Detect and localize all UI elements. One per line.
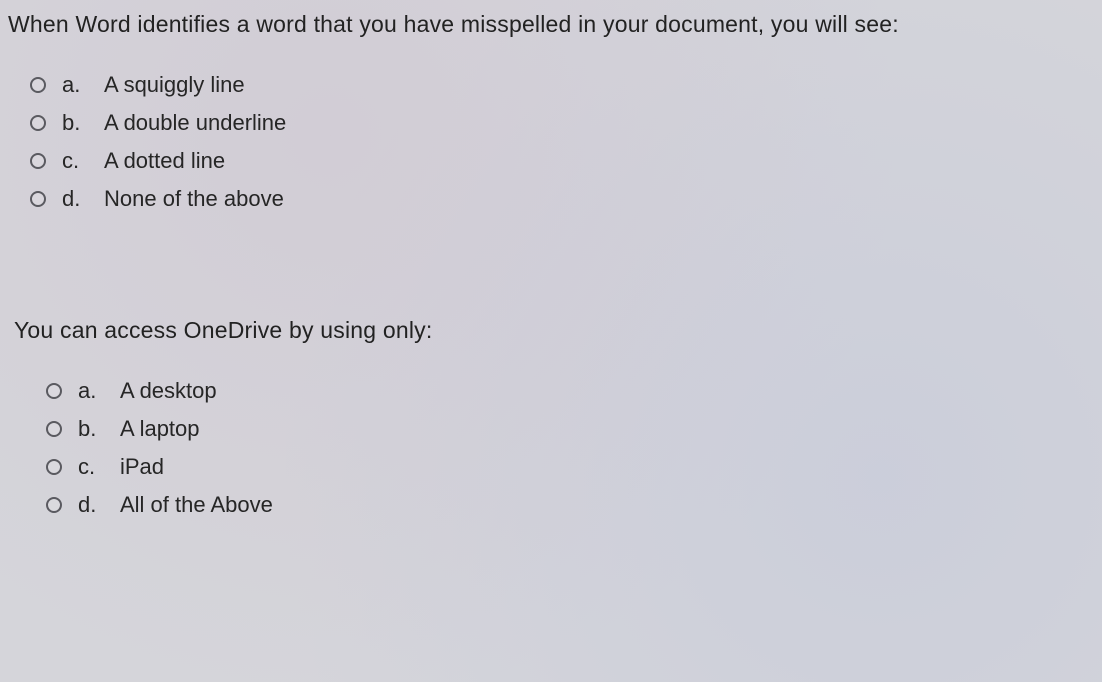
question-block-2: You can access OneDrive by using only: a…: [6, 316, 1096, 522]
question-prompt: When Word identifies a word that you hav…: [8, 10, 1096, 40]
option-a[interactable]: a. A desktop: [46, 374, 1096, 408]
radio-icon[interactable]: [46, 421, 62, 437]
option-text: A laptop: [120, 412, 200, 446]
radio-icon[interactable]: [46, 459, 62, 475]
options-list: a. A desktop b. A laptop c. iPad d. All …: [6, 374, 1096, 522]
radio-icon[interactable]: [30, 77, 46, 93]
option-letter: b.: [78, 412, 104, 446]
quiz-page: When Word identifies a word that you hav…: [0, 0, 1102, 523]
question-prompt: You can access OneDrive by using only:: [14, 316, 1096, 346]
option-text: A desktop: [120, 374, 217, 408]
option-text: A double underline: [104, 106, 286, 140]
option-letter: c.: [78, 450, 104, 484]
option-letter: a.: [78, 374, 104, 408]
options-list: a. A squiggly line b. A double underline…: [6, 68, 1096, 216]
option-text: A squiggly line: [104, 68, 245, 102]
option-b[interactable]: b. A double underline: [30, 106, 1096, 140]
radio-icon[interactable]: [30, 115, 46, 131]
option-letter: c.: [62, 144, 88, 178]
question-block-1: When Word identifies a word that you hav…: [6, 10, 1096, 216]
option-c[interactable]: c. A dotted line: [30, 144, 1096, 178]
option-letter: d.: [62, 182, 88, 216]
radio-icon[interactable]: [30, 191, 46, 207]
option-text: All of the Above: [120, 488, 273, 522]
option-letter: b.: [62, 106, 88, 140]
option-text: iPad: [120, 450, 164, 484]
radio-icon[interactable]: [30, 153, 46, 169]
option-c[interactable]: c. iPad: [46, 450, 1096, 484]
option-b[interactable]: b. A laptop: [46, 412, 1096, 446]
radio-icon[interactable]: [46, 497, 62, 513]
option-d[interactable]: d. All of the Above: [46, 488, 1096, 522]
option-text: None of the above: [104, 182, 284, 216]
option-letter: a.: [62, 68, 88, 102]
option-letter: d.: [78, 488, 104, 522]
option-a[interactable]: a. A squiggly line: [30, 68, 1096, 102]
option-text: A dotted line: [104, 144, 225, 178]
option-d[interactable]: d. None of the above: [30, 182, 1096, 216]
radio-icon[interactable]: [46, 383, 62, 399]
